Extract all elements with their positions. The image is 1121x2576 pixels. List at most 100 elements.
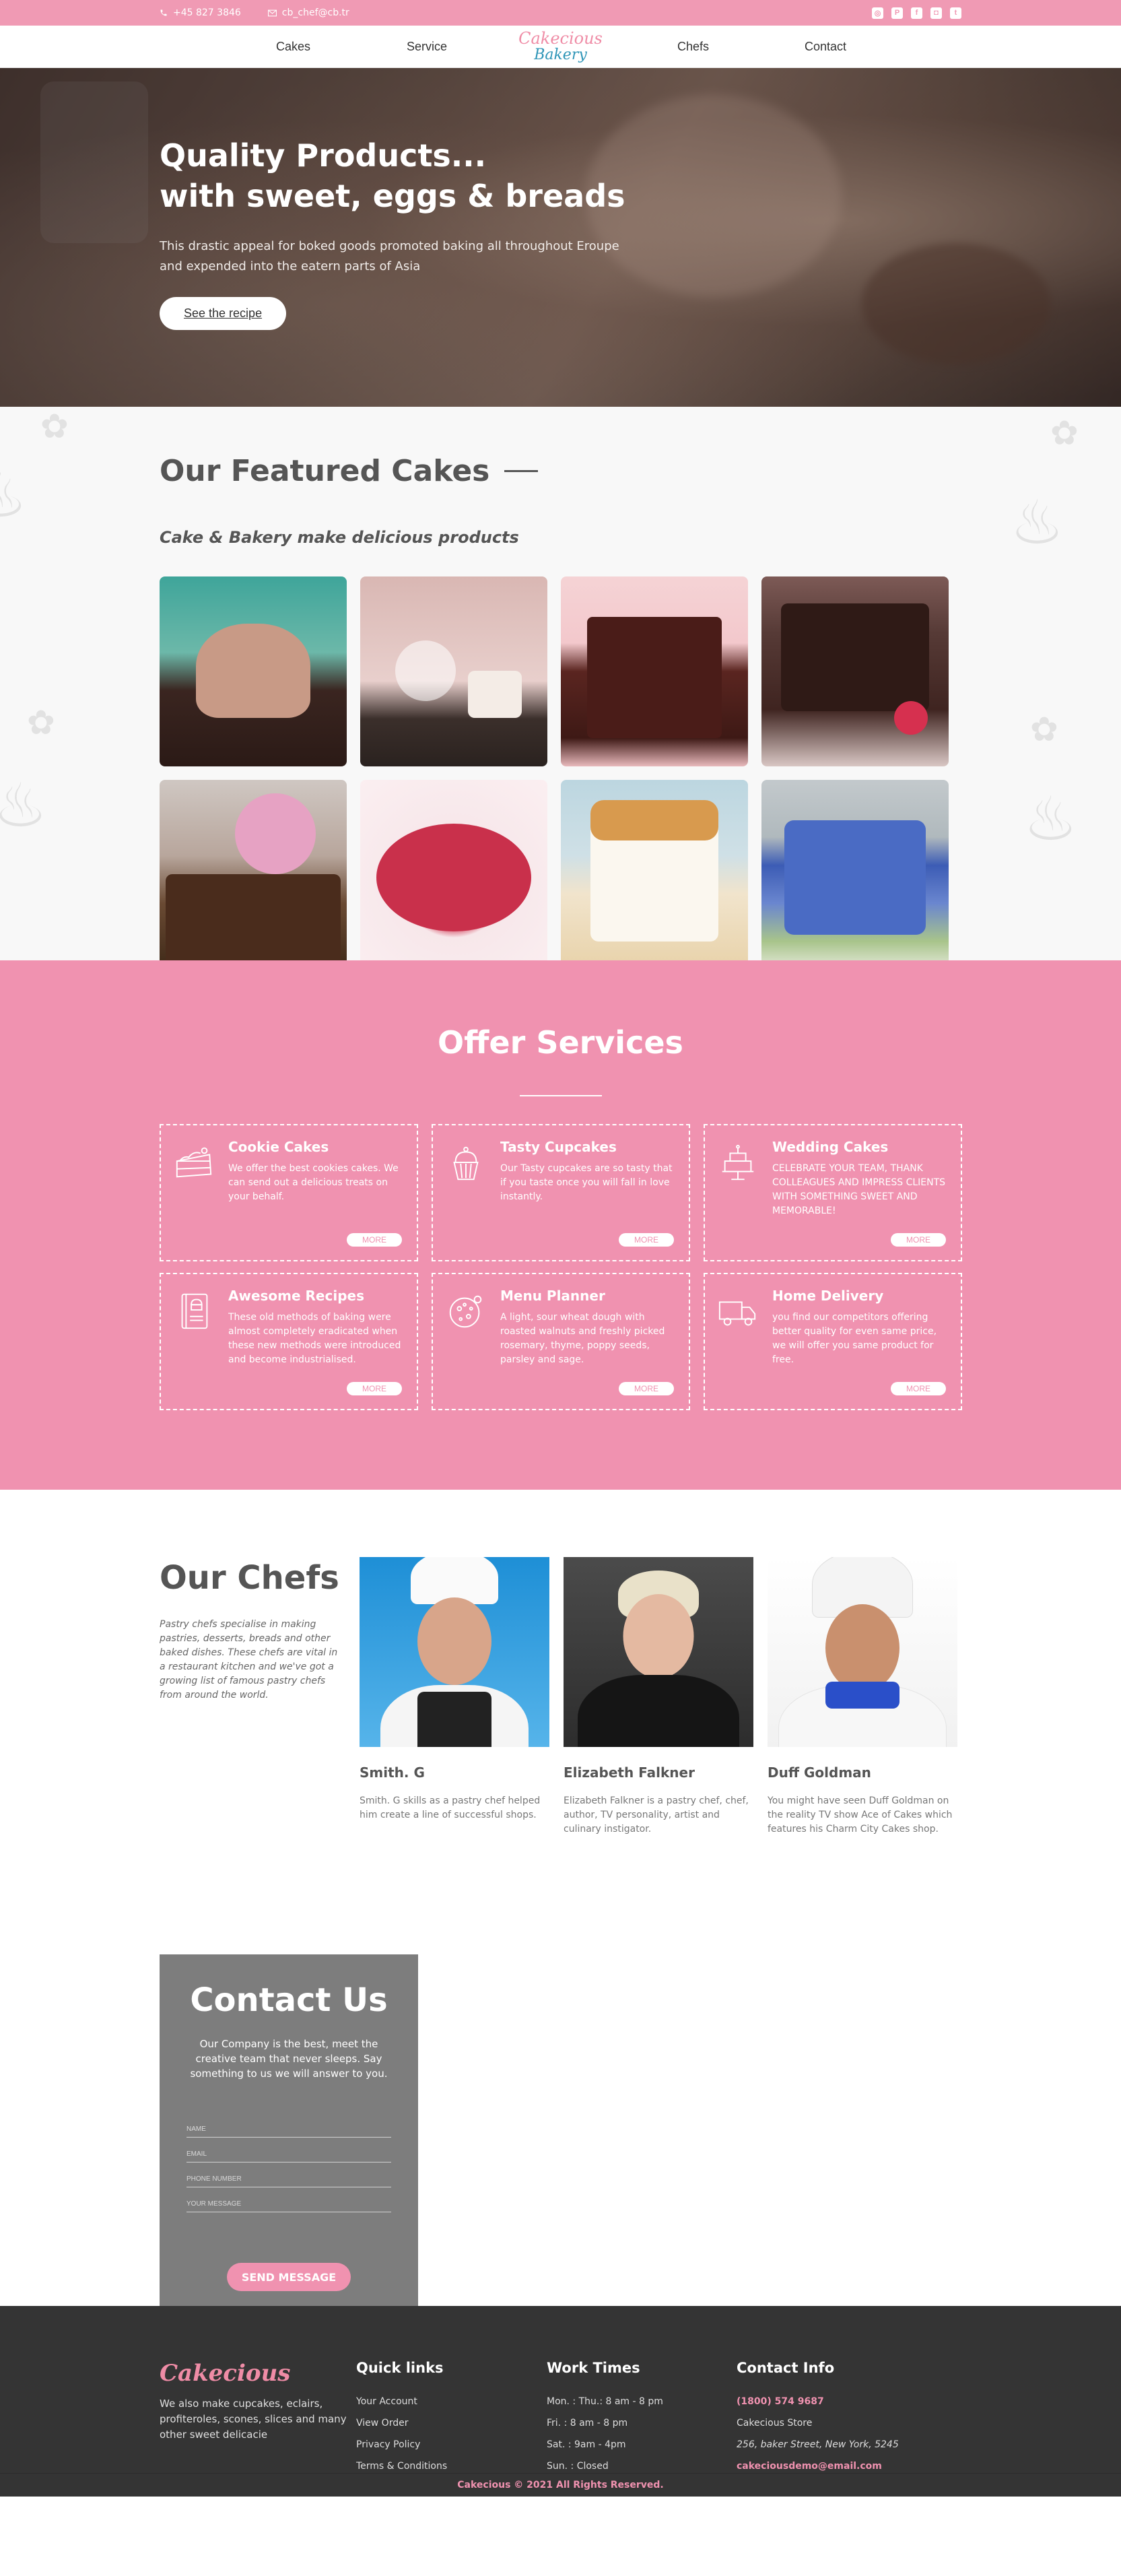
- dribbble-icon[interactable]: ◎: [872, 7, 883, 19]
- site-footer: Cakecious We also make cupcakes, eclairs…: [0, 2306, 1121, 2497]
- email-field[interactable]: EMAIL: [186, 2150, 391, 2162]
- cake-image-balloon-cake[interactable]: [360, 576, 547, 766]
- nav-item-service[interactable]: Service: [407, 40, 447, 54]
- wedding-cake-icon: [722, 1144, 754, 1181]
- service-card-cookie-cakes: Cookie Cakes We offer the best cookies c…: [160, 1124, 418, 1261]
- top-contact: +45 827 3846 cb_chef@cb.tr: [160, 7, 349, 18]
- pinterest-icon[interactable]: P: [891, 7, 903, 19]
- our-chefs-section: Our Chefs Pastry chefs specialise in mak…: [0, 1490, 1121, 1921]
- service-title: Home Delivery: [772, 1288, 884, 1304]
- hero-text: This drastic appeal for boked goods prom…: [160, 239, 619, 273]
- chef-name: Elizabeth Falkner: [564, 1764, 695, 1781]
- phone-field[interactable]: PHONE NUMBER: [186, 2175, 391, 2187]
- work-time-row: Mon. : Thu.: 8 am - 8 pm: [547, 2396, 663, 2407]
- phone-text: +45 827 3846: [173, 7, 241, 18]
- cupcake-doodle-icon: ♨: [0, 461, 28, 531]
- footer-address: 256, baker Street, New York, 5245: [737, 2439, 899, 2450]
- service-title: Menu Planner: [500, 1288, 605, 1304]
- services-grid: Cookie Cakes We offer the best cookies c…: [160, 1124, 962, 1410]
- contact-section: Contact Us Our Company is the best, meet…: [0, 1921, 1121, 2306]
- flower-doodle-icon: ✿: [1050, 414, 1079, 453]
- facebook-icon[interactable]: f: [911, 7, 922, 19]
- service-title: Tasty Cupcakes: [500, 1139, 617, 1155]
- contact-info-title: Contact Info: [737, 2360, 835, 2376]
- email-text: cb_chef@cb.tr: [281, 7, 349, 18]
- hero-bg-jar: [40, 81, 148, 243]
- copyright: Cakecious © 2021 All Rights Reserved.: [0, 2473, 1121, 2497]
- cake-image-berry-tart[interactable]: [360, 780, 547, 960]
- phone-info[interactable]: +45 827 3846: [160, 7, 241, 18]
- footer-logo[interactable]: Cakecious: [160, 2360, 348, 2387]
- nav-item-contact[interactable]: Contact: [805, 40, 846, 54]
- recipe-book-icon: [181, 1293, 208, 1329]
- more-button[interactable]: MORE: [891, 1233, 946, 1247]
- service-text: you find our competitors offering better…: [772, 1312, 937, 1365]
- twitter-icon[interactable]: t: [950, 7, 961, 19]
- cake-image-chocolate-bars[interactable]: [561, 576, 748, 766]
- footer-quick-links: Quick links Your Account View Order Priv…: [356, 2360, 447, 2477]
- instagram-icon[interactable]: ◘: [930, 7, 942, 19]
- more-button[interactable]: MORE: [347, 1382, 402, 1395]
- hero-content: Quality Products... with sweet, eggs & b…: [160, 135, 631, 330]
- cupcake-icon: [453, 1146, 479, 1181]
- chef-photo[interactable]: [768, 1557, 957, 1747]
- cake-image-brownie-stack[interactable]: [761, 576, 949, 766]
- service-card-wedding-cakes: Wedding Cakes CELEBRATE YOUR TEAM, THANK…: [704, 1124, 962, 1261]
- cake-image-cupcake-brownie[interactable]: [160, 780, 347, 960]
- service-card-menu-planner: Menu Planner A light, sour wheat dough w…: [432, 1273, 690, 1410]
- chef-photo[interactable]: [564, 1557, 753, 1747]
- nav-item-chefs[interactable]: Chefs: [677, 40, 709, 54]
- hero-banner: Quality Products... with sweet, eggs & b…: [0, 68, 1121, 407]
- more-button[interactable]: MORE: [347, 1233, 402, 1247]
- flower-doodle-icon: ✿: [1030, 710, 1058, 749]
- footer-link-view-order[interactable]: View Order: [356, 2412, 447, 2434]
- footer-phone[interactable]: (1800) 574 9687: [737, 2391, 899, 2412]
- hero-title-line-1: Quality Products...: [160, 137, 487, 174]
- footer-link-your-account[interactable]: Your Account: [356, 2391, 447, 2412]
- name-field[interactable]: NAME: [186, 2125, 391, 2138]
- more-button[interactable]: MORE: [619, 1233, 674, 1247]
- service-text: CELEBRATE YOUR TEAM, THANK COLLEAGUES AN…: [772, 1163, 946, 1216]
- footer-link-privacy-policy[interactable]: Privacy Policy: [356, 2434, 447, 2455]
- mail-icon: [267, 9, 277, 16]
- cake-image-blue-frosted-cake[interactable]: [761, 780, 949, 960]
- service-title: Wedding Cakes: [772, 1139, 889, 1155]
- contact-form: Contact Us Our Company is the best, meet…: [160, 1954, 418, 2306]
- chef-photo[interactable]: [360, 1557, 549, 1747]
- more-button[interactable]: MORE: [891, 1382, 946, 1395]
- nav-item-cakes[interactable]: Cakes: [276, 40, 310, 54]
- see-recipe-button[interactable]: See the recipe: [160, 297, 287, 330]
- social-links: ◎ P f ◘ t: [872, 7, 961, 19]
- services-divider: [520, 1095, 602, 1096]
- service-text: We offer the best cookies cakes. We can …: [228, 1163, 399, 1202]
- message-field[interactable]: YOUR MESSAGE: [186, 2200, 391, 2212]
- chefs-title: Our Chefs: [160, 1559, 339, 1597]
- logo-line-1: Cakecious: [518, 29, 603, 48]
- service-card-awesome-recipes: Awesome Recipes These old methods of bak…: [160, 1273, 418, 1410]
- offer-services-section: Offer Services Cookie Cakes We offer the…: [0, 960, 1121, 1490]
- cupcake-doodle-icon: ♨: [1023, 784, 1078, 855]
- delivery-truck-icon: [718, 1301, 756, 1326]
- main-nav: Cakes Service Cakecious Bakery Chefs Con…: [0, 26, 1121, 68]
- service-title: Awesome Recipes: [228, 1288, 364, 1304]
- cake-image-caramel-cake[interactable]: [561, 780, 748, 960]
- phone-icon: [160, 9, 167, 16]
- hero-title-line-2: with sweet, eggs & breads: [160, 178, 625, 214]
- cake-image-chocolate-cupcake[interactable]: [160, 576, 347, 766]
- more-button[interactable]: MORE: [619, 1382, 674, 1395]
- footer-contact-info: Contact Info (1800) 574 9687 Cakecious S…: [737, 2360, 899, 2477]
- email-info[interactable]: cb_chef@cb.tr: [267, 7, 349, 18]
- footer-store-name: Cakecious Store: [737, 2418, 813, 2429]
- site-logo[interactable]: Cakecious Bakery: [518, 30, 603, 63]
- cake-gallery: [160, 576, 949, 960]
- chef-name: Smith. G: [360, 1764, 425, 1781]
- service-text: Our Tasty cupcakes are so tasty that if …: [500, 1163, 673, 1202]
- send-message-button[interactable]: SEND MESSAGE: [227, 2263, 351, 2291]
- featured-cakes-section: ♨ ♨ ♨ ♨ ✿ ✿ ✿ ✿ Our Featured Cakes Cake …: [0, 407, 1121, 960]
- footer-about-text: We also make cupcakes, eclairs, profiter…: [160, 2398, 347, 2441]
- quick-links-title: Quick links: [356, 2360, 444, 2376]
- chef-card: Elizabeth Falkner Elizabeth Falkner is a…: [564, 1557, 753, 1837]
- chef-card: Smith. G Smith. G skills as a pastry che…: [360, 1557, 549, 1822]
- work-times-title: Work Times: [547, 2360, 640, 2376]
- chefs-intro: Pastry chefs specialise in making pastri…: [160, 1619, 338, 1700]
